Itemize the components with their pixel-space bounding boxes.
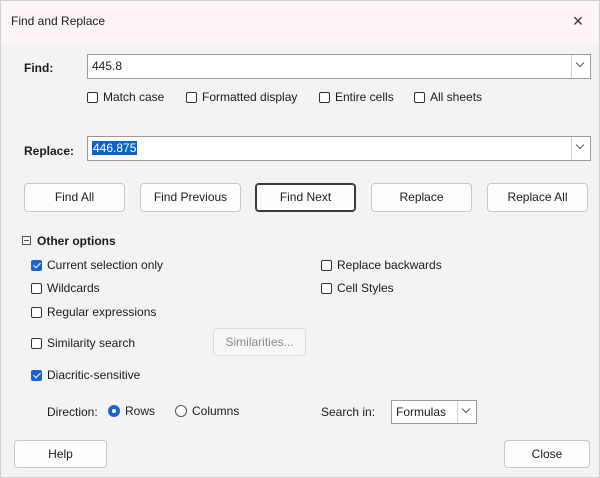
find-value[interactable]: 445.8: [92, 59, 122, 73]
all-sheets-checkbox[interactable]: All sheets: [414, 90, 482, 104]
find-previous-button[interactable]: Find Previous: [140, 183, 241, 212]
replace-dropdown-button[interactable]: [571, 137, 590, 160]
match-case-box[interactable]: [87, 91, 98, 103]
formatted-display-box[interactable]: [186, 91, 197, 103]
close-button[interactable]: Close: [504, 440, 590, 468]
search-in-select[interactable]: Formulas: [391, 400, 477, 424]
replace-backwards-label: Replace backwards: [337, 258, 442, 272]
match-case-label: Match case: [103, 90, 165, 104]
cell-styles-box[interactable]: [321, 282, 332, 294]
wildcards-label: Wildcards: [47, 281, 100, 295]
entire-cells-label: Entire cells: [335, 90, 394, 104]
wildcards-checkbox[interactable]: Wildcards: [31, 281, 100, 295]
diacritic-sensitive-label: Diacritic-sensitive: [47, 368, 141, 382]
chevron-down-icon: [575, 140, 585, 150]
entire-cells-checkbox[interactable]: Entire cells: [319, 90, 394, 104]
current-selection-only-label: Current selection only: [47, 258, 164, 272]
help-button[interactable]: Help: [14, 440, 107, 468]
find-replace-dialog: Find and Replace × Find: 445.8 Match cas…: [0, 0, 600, 478]
columns-label: Columns: [192, 404, 240, 418]
regular-expressions-label: Regular expressions: [47, 305, 157, 319]
direction-label: Direction:: [47, 405, 98, 419]
replace-label: Replace:: [24, 144, 75, 158]
all-sheets-label: All sheets: [430, 90, 483, 104]
direction-columns-radio[interactable]: Columns: [175, 404, 239, 418]
title-bar: Find and Replace ×: [1, 1, 599, 43]
diacritic-sensitive-checkbox[interactable]: Diacritic-sensitive: [31, 368, 140, 382]
find-label: Find:: [24, 61, 54, 75]
regular-expressions-checkbox[interactable]: Regular expressions: [31, 305, 156, 319]
rows-radio-dot[interactable]: [108, 405, 120, 417]
formatted-display-checkbox[interactable]: Formatted display: [186, 90, 297, 104]
replace-all-button[interactable]: Replace All: [487, 183, 588, 212]
all-sheets-box[interactable]: [414, 91, 425, 103]
cell-styles-label: Cell Styles: [337, 281, 394, 295]
find-combobox[interactable]: 445.8: [87, 54, 591, 79]
formatted-display-label: Formatted display: [202, 90, 298, 104]
rows-label: Rows: [125, 404, 156, 418]
search-in-dropdown-button[interactable]: [457, 401, 476, 423]
chevron-down-icon: [575, 58, 585, 68]
similarity-search-box[interactable]: [31, 337, 42, 349]
cell-styles-checkbox[interactable]: Cell Styles: [321, 281, 394, 295]
current-selection-only-checkbox[interactable]: Current selection only: [31, 258, 163, 272]
current-selection-only-box[interactable]: [31, 259, 42, 271]
diacritic-sensitive-box[interactable]: [31, 369, 42, 381]
replace-backwards-box[interactable]: [321, 259, 332, 271]
find-all-button[interactable]: Find All: [24, 183, 125, 212]
replace-value[interactable]: 446.875: [92, 141, 138, 155]
dialog-title: Find and Replace: [11, 14, 106, 28]
replace-selected-text: 446.875: [92, 141, 138, 155]
direction-rows-radio[interactable]: Rows: [108, 404, 155, 418]
similarities-button[interactable]: Similarities...: [213, 328, 306, 356]
replace-backwards-checkbox[interactable]: Replace backwards: [321, 258, 442, 272]
close-icon[interactable]: ×: [565, 9, 591, 33]
search-in-value[interactable]: Formulas: [396, 405, 446, 419]
minus-box-icon[interactable]: [22, 236, 31, 245]
chevron-down-icon: [461, 404, 471, 414]
similarity-search-label: Similarity search: [47, 336, 136, 350]
replace-button[interactable]: Replace: [371, 183, 472, 212]
search-in-label: Search in:: [321, 405, 376, 419]
find-next-button[interactable]: Find Next: [255, 183, 356, 212]
similarity-search-checkbox[interactable]: Similarity search: [31, 336, 135, 350]
wildcards-box[interactable]: [31, 282, 42, 294]
find-dropdown-button[interactable]: [571, 55, 590, 78]
other-options-label[interactable]: Other options: [37, 234, 116, 248]
replace-combobox[interactable]: 446.875: [87, 136, 591, 161]
entire-cells-box[interactable]: [319, 91, 330, 103]
columns-radio-dot[interactable]: [175, 405, 187, 417]
regular-expressions-box[interactable]: [31, 306, 42, 318]
match-case-checkbox[interactable]: Match case: [87, 90, 164, 104]
